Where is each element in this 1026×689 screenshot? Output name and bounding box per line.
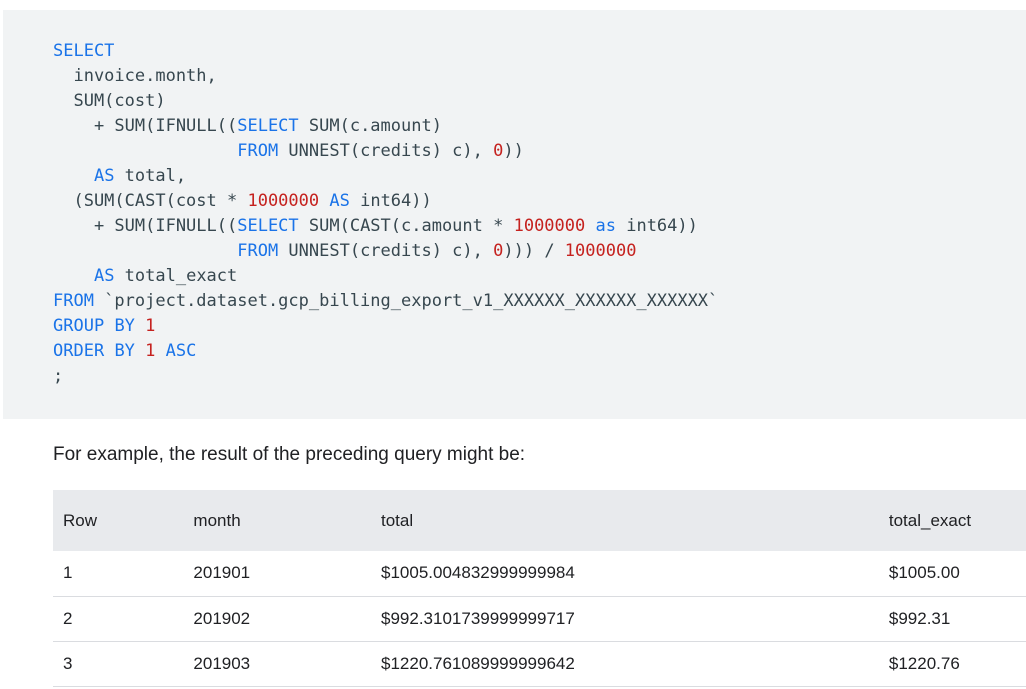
- cell-month: 201902: [193, 608, 251, 628]
- code-keyword: ASC: [165, 341, 197, 361]
- code-keyword: FROM: [237, 141, 279, 161]
- cell-total: $1005.004832999999984: [381, 563, 575, 583]
- cell-total-exact: $1005.00: [888, 563, 960, 583]
- code-text: `project.dataset.gcp_billing_export_v1_X…: [93, 291, 719, 311]
- code-line: ORDER BY 1 ASC: [53, 339, 718, 364]
- code-line: ;: [53, 364, 718, 389]
- code-number: 0: [493, 241, 504, 261]
- header-total: total: [381, 510, 414, 530]
- code-keyword: FROM: [53, 291, 94, 311]
- code-number: 1000000: [513, 216, 586, 236]
- header-total-exact: total_exact: [888, 510, 972, 530]
- top-strip: [0, 0, 1026, 10]
- cell-month: 201903: [193, 653, 251, 673]
- code-text: (SUM(CAST(cost *: [53, 191, 248, 211]
- table-row: 1 201901 $1005.004832999999984 $1005.00: [53, 551, 1026, 596]
- code-text: + SUM(IFNULL((: [53, 116, 238, 136]
- code-text: int64)): [615, 216, 698, 236]
- table-row: 2 201902 $992.3101739999999717 $992.31: [53, 596, 1026, 641]
- cell-row: 2: [63, 608, 73, 628]
- code-keyword: AS: [93, 266, 115, 286]
- header-month: month: [193, 510, 241, 530]
- page: SELECT invoice.month, SUM(cost) + SUM(IF…: [0, 0, 1026, 689]
- code-keyword: BY: [114, 341, 135, 361]
- code-keyword: GROUP: [53, 316, 105, 336]
- cell-row: 3: [63, 653, 73, 673]
- code-text: UNNEST(credits) c),: [278, 241, 494, 261]
- code-line: AS total_exact: [53, 264, 718, 289]
- code-number: 1000000: [247, 191, 320, 211]
- code-text: UNNEST(credits) c),: [278, 141, 494, 161]
- cell-total-exact: $992.31: [888, 608, 951, 628]
- cell-total: $992.3101739999999717: [381, 608, 575, 628]
- code-text: SUM(CAST(c.amount *: [298, 216, 514, 236]
- code-line: (SUM(CAST(cost * 1000000 AS int64)): [53, 189, 718, 214]
- code-text: SUM(c.amount): [298, 116, 442, 136]
- code-line: SUM(cost): [53, 89, 718, 114]
- code-line: FROM UNNEST(credits) c), 0)): [53, 139, 718, 164]
- code-keyword: ORDER: [53, 341, 105, 361]
- code-text: )): [503, 141, 524, 161]
- code-text: invoice.month,: [53, 66, 217, 86]
- code-keyword: SELECT: [237, 116, 299, 136]
- code-text: SUM(cost): [53, 91, 166, 111]
- code-text: int64)): [349, 191, 432, 211]
- cell-total-exact: $1220.76: [888, 653, 960, 673]
- code-keyword: SELECT: [237, 216, 299, 236]
- cell-month: 201901: [193, 563, 251, 583]
- code-keyword: SELECT: [53, 41, 115, 61]
- code-keyword: BY: [114, 316, 135, 336]
- code-number: 0: [493, 141, 504, 161]
- sql-code-block: SELECT invoice.month, SUM(cost) + SUM(IF…: [3, 10, 1026, 419]
- code-line: AS total,: [53, 164, 718, 189]
- code-keyword: FROM: [237, 241, 279, 261]
- table-header-row: Row month total total_exact: [53, 490, 1026, 551]
- code-text: + SUM(IFNULL((: [53, 216, 238, 236]
- sql-code: SELECT invoice.month, SUM(cost) + SUM(IF…: [53, 39, 718, 389]
- code-text: total_exact: [114, 266, 238, 286]
- code-number: 1: [145, 316, 156, 336]
- code-text: ))) /: [503, 241, 565, 261]
- code-line: SELECT: [53, 39, 718, 64]
- code-line: FROM `project.dataset.gcp_billing_export…: [53, 289, 718, 314]
- cell-total: $1220.761089999999642: [381, 653, 575, 673]
- code-keyword: AS: [93, 166, 115, 186]
- code-number: 1: [145, 341, 156, 361]
- code-line: invoice.month,: [53, 64, 718, 89]
- code-text: total,: [114, 166, 187, 186]
- result-table: Row month total total_exact 1 201901 $10…: [53, 490, 1026, 687]
- table-row: 3 201903 $1220.761089999999642 $1220.76: [53, 641, 1026, 686]
- cell-row: 1: [63, 563, 73, 583]
- code-keyword: as: [595, 216, 616, 236]
- code-text: ;: [53, 366, 64, 386]
- code-keyword: AS: [329, 191, 350, 211]
- code-line: + SUM(IFNULL((SELECT SUM(CAST(c.amount *…: [53, 214, 718, 239]
- code-line: GROUP BY 1: [53, 314, 718, 339]
- header-row: Row: [63, 510, 98, 530]
- intro-text: For example, the result of the preceding…: [53, 444, 526, 465]
- code-line: + SUM(IFNULL((SELECT SUM(c.amount): [53, 114, 718, 139]
- code-line: FROM UNNEST(credits) c), 0))) / 1000000: [53, 239, 718, 264]
- code-number: 1000000: [564, 241, 637, 261]
